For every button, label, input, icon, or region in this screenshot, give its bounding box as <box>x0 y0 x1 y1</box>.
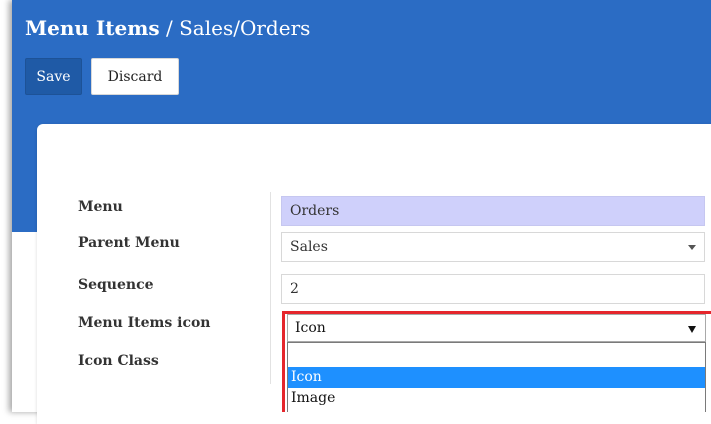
menu-field[interactable]: Orders <box>281 196 705 226</box>
sequence-field[interactable]: 2 <box>281 274 705 304</box>
breadcrumb: Menu Items / Sales/Orders <box>25 16 310 40</box>
parent-menu-value: Sales <box>290 239 328 255</box>
breadcrumb-separator: / <box>159 16 180 40</box>
chevron-down-icon <box>688 245 696 250</box>
menu-field-value: Orders <box>290 203 340 219</box>
icon-class-label: Icon Class <box>78 353 159 369</box>
save-button[interactable]: Save <box>25 58 82 95</box>
menu-items-icon-select[interactable]: Icon <box>287 314 706 342</box>
dropdown-option-image[interactable]: Image <box>288 388 705 409</box>
menu-items-icon-label: Menu Items icon <box>78 315 211 331</box>
parent-menu-select[interactable]: Sales <box>281 232 705 262</box>
dropdown-option-empty[interactable] <box>288 343 705 367</box>
sequence-value: 2 <box>290 281 299 297</box>
parent-menu-label: Parent Menu <box>78 235 180 251</box>
menu-items-icon-value: Icon <box>295 320 326 336</box>
discard-button[interactable]: Discard <box>91 58 179 95</box>
dropdown-option-icon[interactable]: Icon <box>288 367 705 388</box>
breadcrumb-root-link[interactable]: Menu Items <box>25 16 160 40</box>
menu-label: Menu <box>78 199 123 215</box>
sequence-label: Sequence <box>78 277 154 293</box>
label-separator <box>270 192 271 384</box>
chevron-down-icon <box>688 326 696 333</box>
breadcrumb-current: Sales/Orders <box>179 16 311 40</box>
menu-items-icon-dropdown: Icon Image <box>287 342 706 412</box>
